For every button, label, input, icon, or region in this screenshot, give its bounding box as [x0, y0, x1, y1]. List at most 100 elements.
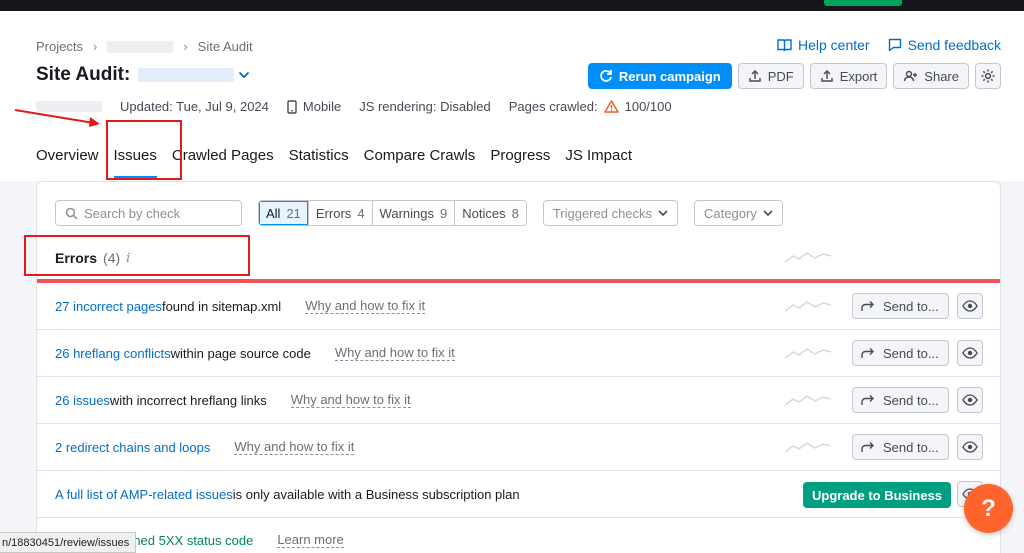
help-center-link[interactable]: Help center [777, 37, 870, 53]
issue-text: 26 issues with incorrect hreflang links … [55, 377, 411, 423]
share-arrow-icon [861, 395, 874, 405]
trend-sparkline-icon [785, 348, 831, 359]
chevron-right-icon: › [183, 39, 188, 54]
header-actions: Rerun campaign PDF Export Share [587, 63, 1001, 89]
issue-row: 2 redirect chains and loops Why and how … [37, 424, 1000, 471]
tab-crawled-pages[interactable]: Crawled Pages [172, 147, 274, 179]
search-icon [65, 207, 78, 220]
filter-row: Search by check All 21 Errors 4 Warnings 9 … [55, 200, 783, 226]
triggered-checks-dropdown[interactable]: Triggered checks [542, 200, 679, 226]
title-row: Site Audit: [36, 64, 250, 86]
device-info: Mobile [287, 99, 341, 114]
send-feedback-link[interactable]: Send feedback [888, 37, 1001, 53]
amp-issues-link[interactable]: A full list of AMP-related issues [55, 487, 233, 502]
export-button[interactable]: Export [809, 63, 888, 89]
redacted-domain [138, 68, 235, 82]
mobile-icon [287, 99, 297, 114]
filter-label: Errors [315, 205, 352, 221]
redacted-project-name[interactable] [107, 40, 174, 53]
filter-notices[interactable]: Notices 8 [455, 201, 526, 225]
tab-js-impact[interactable]: JS Impact [565, 147, 632, 179]
book-icon [777, 39, 792, 52]
upload-icon [821, 70, 833, 82]
hide-issue-button[interactable] [957, 387, 983, 413]
refresh-icon [600, 70, 612, 82]
hide-issue-button[interactable] [957, 293, 983, 319]
export-label: Export [839, 68, 878, 84]
issue-link[interactable]: 2 redirect chains and loops [55, 440, 210, 455]
issue-link[interactable]: 26 issues [55, 393, 110, 408]
issue-description: within page source code [170, 345, 311, 361]
help-chat-button[interactable]: ? [964, 484, 1013, 533]
send-to-label: Send to... [883, 439, 939, 455]
top-green-button[interactable] [824, 0, 902, 6]
issue-row: 26 hreflang conflicts within page source… [37, 330, 1000, 377]
hide-issue-button[interactable] [957, 340, 983, 366]
chevron-right-icon: › [92, 39, 98, 54]
issue-description: found in sitemap.xml [161, 298, 282, 314]
tab-statistics[interactable]: Statistics [289, 147, 349, 179]
hide-issue-button[interactable] [957, 434, 983, 460]
settings-button[interactable] [975, 63, 1001, 89]
browser-status-url: n/18830451/review/issues [0, 532, 137, 553]
filter-errors[interactable]: Errors 4 [309, 201, 373, 225]
amp-issue-row: A full list of AMP-related issues is onl… [37, 471, 1000, 518]
tab-overview[interactable]: Overview [36, 147, 99, 179]
send-to-button[interactable]: Send to... [852, 434, 949, 460]
why-fix-link[interactable]: Why and how to fix it [334, 345, 455, 361]
issues-panel: Search by check All 21 Errors 4 Warnings 9 … [24, 181, 1001, 553]
learn-more-link[interactable]: Learn more [277, 532, 344, 548]
category-label: Category [704, 205, 757, 221]
send-to-button[interactable]: Send to... [852, 293, 949, 319]
browser-top-bar [0, 0, 1024, 11]
pages-crawled-value: 100/100 [624, 99, 672, 114]
rerun-label: Rerun campaign [618, 68, 721, 84]
share-arrow-icon [861, 348, 874, 358]
tab-progress[interactable]: Progress [490, 147, 550, 179]
why-fix-link[interactable]: Why and how to fix it [234, 439, 355, 455]
send-to-button[interactable]: Send to... [852, 387, 949, 413]
severity-filter: All 21 Errors 4 Warnings 9 Notices 8 [258, 200, 527, 226]
send-to-button[interactable]: Send to... [852, 340, 949, 366]
device-label: Mobile [302, 99, 342, 114]
gear-icon [981, 69, 995, 83]
issue-text: 26 hreflang conflicts within page source… [55, 330, 455, 376]
category-dropdown[interactable]: Category [694, 200, 783, 226]
page-title: Site Audit: [36, 64, 131, 85]
search-input[interactable]: Search by check [55, 200, 242, 226]
filter-warnings[interactable]: Warnings 9 [373, 201, 456, 225]
why-fix-link[interactable]: Why and how to fix it [305, 298, 426, 314]
issue-text: 2 redirect chains and loops Why and how … [55, 424, 355, 470]
annotation-arrow [14, 109, 100, 127]
annotation-box-issues-tab [106, 120, 182, 180]
trend-sparkline-icon [785, 442, 831, 453]
issue-text: 27 incorrect pages found in sitemap.xml … [55, 283, 426, 329]
filter-label: Notices [462, 205, 506, 221]
issue-description: with incorrect hreflang links [109, 392, 267, 408]
project-selector[interactable] [138, 68, 250, 82]
issue-link[interactable]: 26 hreflang conflicts [55, 346, 171, 361]
pdf-button[interactable]: PDF [737, 63, 804, 89]
share-button[interactable]: Share [893, 63, 969, 89]
filter-count: 4 [357, 205, 365, 221]
upgrade-to-business-button[interactable]: Upgrade to Business [803, 482, 952, 508]
why-fix-link[interactable]: Why and how to fix it [290, 392, 411, 408]
issue-link[interactable]: 27 incorrect pages [55, 299, 162, 314]
issue-row: rned 5XX status code Learn more [37, 520, 1000, 553]
breadcrumb: Projects › › Site Audit [36, 39, 253, 54]
chevron-down-icon [763, 209, 773, 216]
breadcrumb-projects[interactable]: Projects [36, 39, 83, 54]
eye-icon [962, 441, 978, 453]
issue-link[interactable]: rned 5XX status code [129, 533, 253, 548]
tab-compare-crawls[interactable]: Compare Crawls [364, 147, 476, 179]
rerun-campaign-button[interactable]: Rerun campaign [587, 63, 732, 89]
meta-row: Updated: Tue, Jul 9, 2024 Mobile JS rend… [36, 99, 672, 114]
filter-label: All [266, 205, 281, 221]
chevron-down-icon [658, 209, 668, 216]
feedback-icon [888, 38, 901, 52]
js-rendering-status: JS rendering: Disabled [359, 99, 491, 114]
trend-sparkline-icon [785, 252, 831, 263]
eye-icon [962, 347, 978, 359]
filter-all[interactable]: All 21 [259, 201, 309, 225]
eye-icon [962, 394, 978, 406]
